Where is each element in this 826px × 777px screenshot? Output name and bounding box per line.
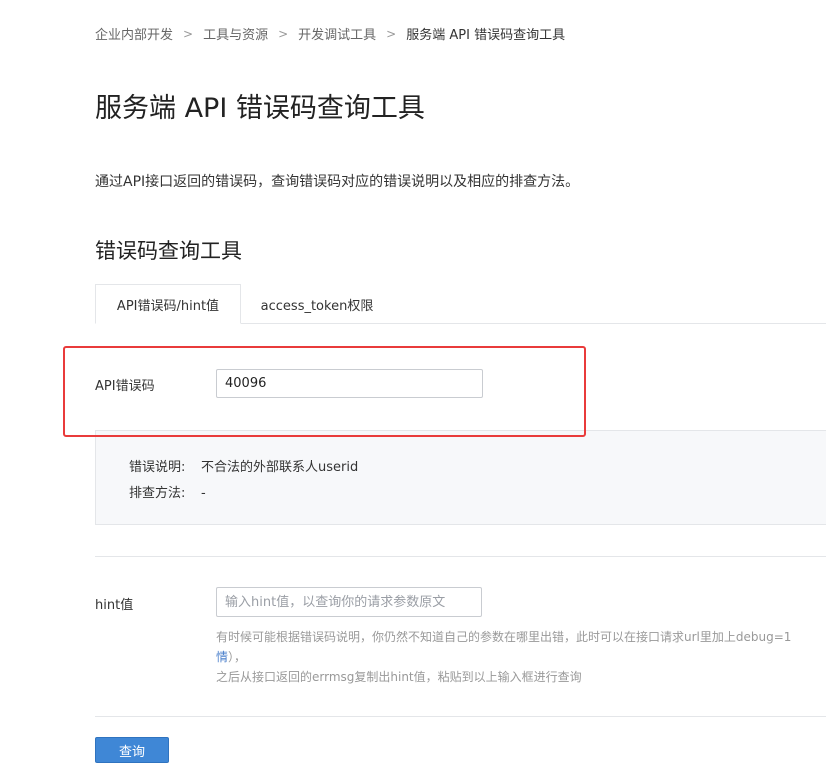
section-divider xyxy=(95,556,826,557)
hint-help-line-1: 有时候可能根据错误码说明，你仍然不知道自己的参数在哪里出错，此时可以在接口请求u… xyxy=(216,630,792,644)
breadcrumb-separator: > xyxy=(278,26,289,41)
result-fix-row: 排查方法: - xyxy=(129,482,206,501)
breadcrumb-current: 服务端 API 错误码查询工具 xyxy=(406,28,566,43)
hint-help-line-3: 之后从接口返回的errmsg复制出hint值，粘贴到以上输入框进行查询 xyxy=(216,670,582,684)
hint-label: hint值 xyxy=(95,598,134,613)
tab-access-token-permission[interactable]: access_token权限 xyxy=(241,284,393,324)
breadcrumb-item-debug-tools[interactable]: 开发调试工具 xyxy=(298,24,376,43)
result-fix-value: - xyxy=(201,486,206,501)
hint-help-link[interactable]: 情 xyxy=(216,650,228,664)
page-description: 通过API接口返回的错误码，查询错误码对应的错误说明以及相应的排查方法。 xyxy=(95,174,580,190)
section-title: 错误码查询工具 xyxy=(95,239,242,263)
breadcrumb-separator: > xyxy=(183,26,194,41)
hint-help-line-2-rest: ）， xyxy=(228,650,247,664)
hint-help-line-2: 情）， xyxy=(216,648,246,665)
actions-divider xyxy=(95,716,826,717)
result-description-value: 不合法的外部联系人userid xyxy=(201,460,359,475)
page-title: 服务端 API 错误码查询工具 xyxy=(95,93,425,124)
result-panel xyxy=(95,430,826,525)
breadcrumb-separator: > xyxy=(386,26,397,41)
tab-error-code-hint[interactable]: API错误码/hint值 xyxy=(95,284,241,324)
query-button[interactable]: 查询 xyxy=(95,737,169,763)
hint-input[interactable] xyxy=(216,587,482,617)
breadcrumb: 企业内部开发 > 工具与资源 > 开发调试工具 > 服务端 API 错误码查询工… xyxy=(95,24,566,44)
result-fix-label: 排查方法: xyxy=(129,486,186,501)
breadcrumb-item-internal-dev[interactable]: 企业内部开发 xyxy=(95,24,173,43)
highlight-box xyxy=(63,346,586,437)
breadcrumb-item-tools[interactable]: 工具与资源 xyxy=(203,24,268,43)
result-description-label: 错误说明: xyxy=(129,460,186,475)
result-description-row: 错误说明: 不合法的外部联系人userid xyxy=(129,456,358,475)
